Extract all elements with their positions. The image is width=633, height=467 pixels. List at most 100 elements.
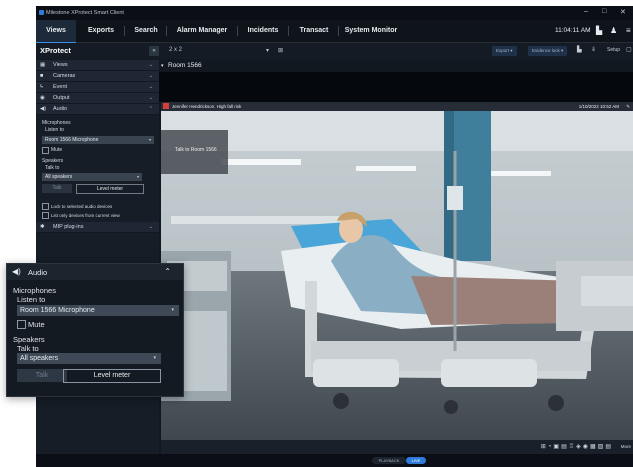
view-name: Room 1566 xyxy=(168,62,202,69)
tab-divider xyxy=(166,26,167,36)
sidebar-item-label: Views xyxy=(53,62,68,68)
list-only-label: List only devices from current view xyxy=(51,213,120,218)
hospital-room-image xyxy=(161,111,633,447)
product-name: XProtect xyxy=(40,46,71,55)
filter-icon[interactable]: ⇓ xyxy=(591,46,596,53)
speakers-label: Speakers xyxy=(13,335,45,344)
user-icon[interactable]: ♟ xyxy=(610,26,617,35)
fullscreen-icon[interactable]: ▢ xyxy=(626,46,632,53)
tab-search[interactable]: Search xyxy=(128,20,164,42)
maximize-icon[interactable]: □ xyxy=(602,8,606,15)
microphone-select[interactable]: Room 1566 Microphone ▾ xyxy=(42,136,154,144)
microphones-label: Microphones xyxy=(13,286,56,295)
sidebar-item-label: Output xyxy=(53,95,70,101)
tab-views[interactable]: Views xyxy=(36,20,76,44)
setup-button[interactable]: Setup xyxy=(607,47,620,53)
chevron-down-icon: ⌄ xyxy=(148,95,153,101)
smart-client-window: Milestone XProtect Smart Client – □ ✕ Vi… xyxy=(36,6,633,467)
chevron-down-icon[interactable]: ▾ xyxy=(266,47,269,54)
tab-alarm-manager[interactable]: Alarm Manager xyxy=(170,20,234,42)
view-toolbar: XProtect « 2 x 2 ▾ ⊠ Export ▾ Evidence l… xyxy=(36,43,633,59)
mute-checkbox[interactable] xyxy=(42,147,49,154)
sidebar-item-label: Event xyxy=(53,84,68,90)
sidebar-item-cameras[interactable]: ■ Cameras ⌄ xyxy=(36,71,159,82)
snapshot-icon[interactable]: ▙ xyxy=(577,46,582,53)
background xyxy=(0,434,36,467)
speaker-select[interactable]: All speakers ▾ xyxy=(42,173,142,181)
talk-popup-text: Talk to Room 1566 xyxy=(175,147,217,153)
live-button[interactable]: LIVE xyxy=(406,457,426,464)
camera-icon: ■ xyxy=(40,73,44,79)
chevron-down-icon: ▾ xyxy=(148,137,151,142)
tab-system-monitor[interactable]: System Monitor xyxy=(342,20,400,42)
audio-panel-zoom: ◀) Audio ⌃ Microphones Listen to Room 15… xyxy=(6,263,184,397)
camera-timestamp: 1/10/2022 10:52 AM xyxy=(578,104,619,109)
sidebar-item-audio[interactable]: ◀) Audio ⌃ xyxy=(36,104,159,115)
view-header: ▾ Room 1566 xyxy=(159,60,633,72)
camera-title-bar: Jennifer Hendrickson. High fall risk 1/1… xyxy=(161,102,633,111)
alert-icon xyxy=(163,103,169,109)
tab-transact[interactable]: Transact xyxy=(294,20,334,42)
collapse-pane-button[interactable]: « xyxy=(149,46,159,56)
tab-divider xyxy=(237,26,238,36)
tab-incidents[interactable]: Incidents xyxy=(242,20,284,42)
camera-action-icons[interactable]: ⊞◔▣▤♖◈◉▦▧▤ xyxy=(541,443,613,450)
speaker-icon: ◀) xyxy=(40,106,47,112)
microphone-select[interactable]: Room 1566 Microphone ▾ xyxy=(17,305,179,316)
sidebar-item-label: Audio xyxy=(53,106,68,112)
chevron-down-icon: ▾ xyxy=(171,307,174,313)
sidebar-item-event[interactable]: ϟ Event ⌄ xyxy=(36,82,159,93)
chevron-down-icon: ⌄ xyxy=(148,73,153,79)
list-only-checkbox[interactable] xyxy=(42,212,49,219)
sidebar-item-label: Cameras xyxy=(53,73,76,79)
edit-icon[interactable]: ✎ xyxy=(626,102,630,111)
speaker-select[interactable]: All speakers ▾ xyxy=(17,353,161,364)
export-button[interactable]: Export ▾ xyxy=(492,46,517,56)
mute-label: Mute xyxy=(28,320,45,329)
chevron-down-icon: ⌄ xyxy=(148,224,153,230)
lock-devices-checkbox[interactable] xyxy=(42,203,49,210)
mode-switch-bar: PLAYBACK LIVE xyxy=(36,454,633,467)
level-meter-button[interactable]: Level meter xyxy=(76,184,144,194)
audio-panel-header[interactable]: ◀) Audio ⌃ xyxy=(7,264,183,280)
view-layout-label[interactable]: 2 x 2 xyxy=(169,47,182,53)
sidebar-item-label: MIP plug-ins xyxy=(53,224,84,230)
empty-view-area xyxy=(159,72,633,102)
sidebar-item-mip-plugins[interactable]: ✱ MIP plug-ins ⌄ xyxy=(36,222,159,233)
talk-button[interactable]: Talk xyxy=(17,369,67,382)
close-icon[interactable]: ✕ xyxy=(620,8,626,16)
app-title: Milestone XProtect Smart Client xyxy=(46,10,124,16)
tab-divider xyxy=(124,26,125,36)
mute-checkbox[interactable] xyxy=(17,320,26,329)
output-icon: ◉ xyxy=(40,95,45,101)
status-icon[interactable]: ▙ xyxy=(596,26,602,35)
chevron-down-icon: ▾ xyxy=(153,355,156,361)
views-icon: ▦ xyxy=(40,62,46,68)
caret-down-icon: ▾ xyxy=(161,63,164,69)
view-setup-icon[interactable]: ⊠ xyxy=(278,47,283,54)
talk-to-label: Talk to xyxy=(45,165,60,171)
evidence-lock-button[interactable]: Evidence lock ▾ xyxy=(528,46,568,56)
speaker-icon: ◀) xyxy=(12,267,21,276)
camera-feed[interactable]: Talk to Room 1566 xyxy=(161,111,633,447)
sidebar-item-output[interactable]: ◉ Output ⌄ xyxy=(36,93,159,104)
chevron-down-icon: ⌄ xyxy=(148,62,153,68)
more-button[interactable]: More xyxy=(621,444,631,449)
chevron-up-icon[interactable]: ⌃ xyxy=(164,267,171,276)
milestone-logo-icon xyxy=(39,10,44,15)
minimize-icon[interactable]: – xyxy=(584,8,588,15)
level-meter-button[interactable]: Level meter xyxy=(63,369,161,383)
sidebar-item-views[interactable]: ▦ Views ⌄ xyxy=(36,60,159,71)
camera-action-bar: ⊞◔▣▤♖◈◉▦▧▤ More xyxy=(161,440,633,454)
playback-button[interactable]: PLAYBACK xyxy=(372,457,406,464)
menu-icon[interactable]: ≡ xyxy=(626,26,631,35)
mute-label: Mute xyxy=(51,147,63,153)
camera-label: Jennifer Hendrickson. High fall risk xyxy=(172,104,242,109)
event-icon: ϟ xyxy=(40,84,43,90)
tab-divider xyxy=(288,26,289,36)
tab-divider xyxy=(338,26,339,36)
talk-button[interactable]: Talk xyxy=(42,184,72,193)
tab-exports[interactable]: Exports xyxy=(80,20,122,42)
audio-panel-title: Audio xyxy=(28,268,48,277)
workspace-tabs: Views Exports Search Alarm Manager Incid… xyxy=(36,20,633,44)
